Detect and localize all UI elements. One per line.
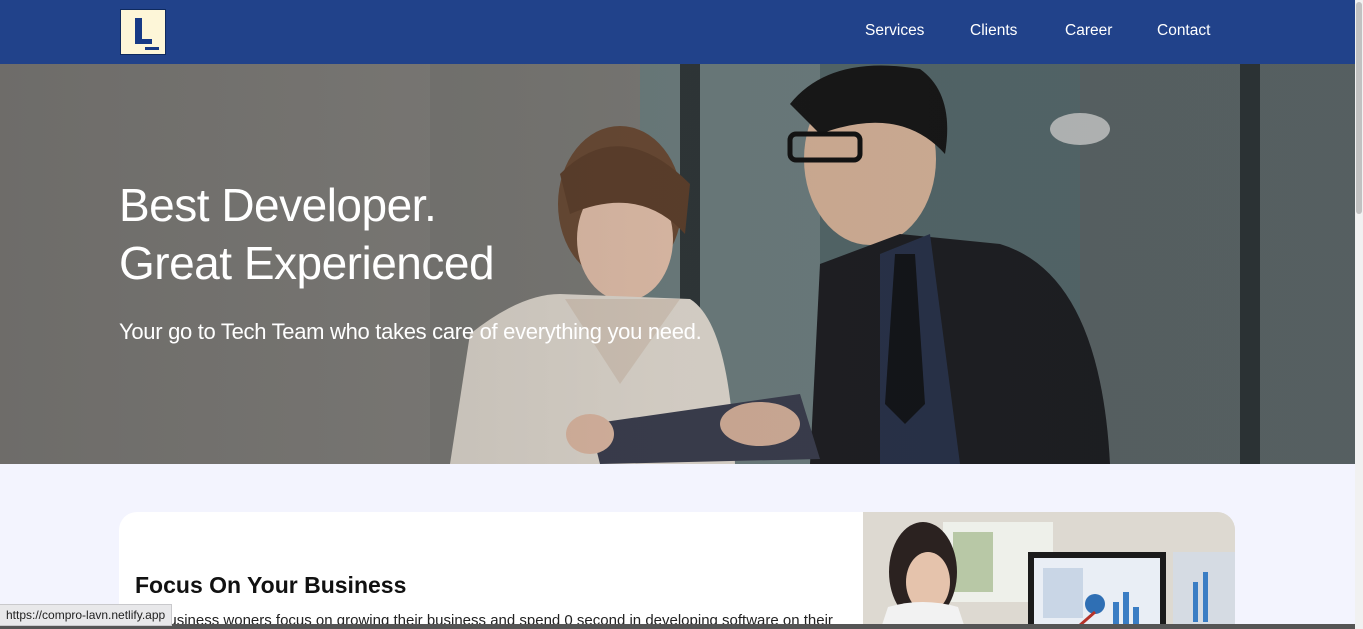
vertical-scrollbar[interactable] — [1355, 0, 1363, 629]
hero-title-line-2: Great Experienced — [119, 237, 495, 289]
scrollbar-thumb[interactable] — [1356, 2, 1362, 214]
hero-subtitle: Your go to Tech Team who takes care of e… — [119, 319, 702, 344]
hero-section: Best Developer. Great Experienced Your g… — [0, 64, 1355, 464]
hero-title-line-1: Best Developer. — [119, 179, 437, 231]
nav-contact[interactable]: Contact — [1157, 22, 1210, 40]
focus-title: Focus On Your Business — [135, 572, 407, 598]
nav-services[interactable]: Services — [865, 22, 924, 40]
bottom-edge — [0, 624, 1355, 629]
hero-title: Best Developer. Great Experienced — [119, 176, 495, 292]
site-header: Services Clients Career Contact — [0, 0, 1355, 64]
nav-clients[interactable]: Clients — [970, 22, 1017, 40]
page: Services Clients Career Contact Best Dev… — [0, 0, 1363, 629]
logo[interactable] — [120, 9, 166, 55]
focus-photo — [863, 512, 1235, 629]
focus-image — [863, 512, 1235, 629]
logo-mark-base — [135, 39, 152, 44]
nav-career[interactable]: Career — [1065, 22, 1112, 40]
focus-card: Focus On Your Business Let business wone… — [119, 512, 1235, 629]
logo-mark-underline — [145, 47, 159, 50]
browser-status-url: https://compro-lavn.netlify.app — [0, 604, 173, 626]
